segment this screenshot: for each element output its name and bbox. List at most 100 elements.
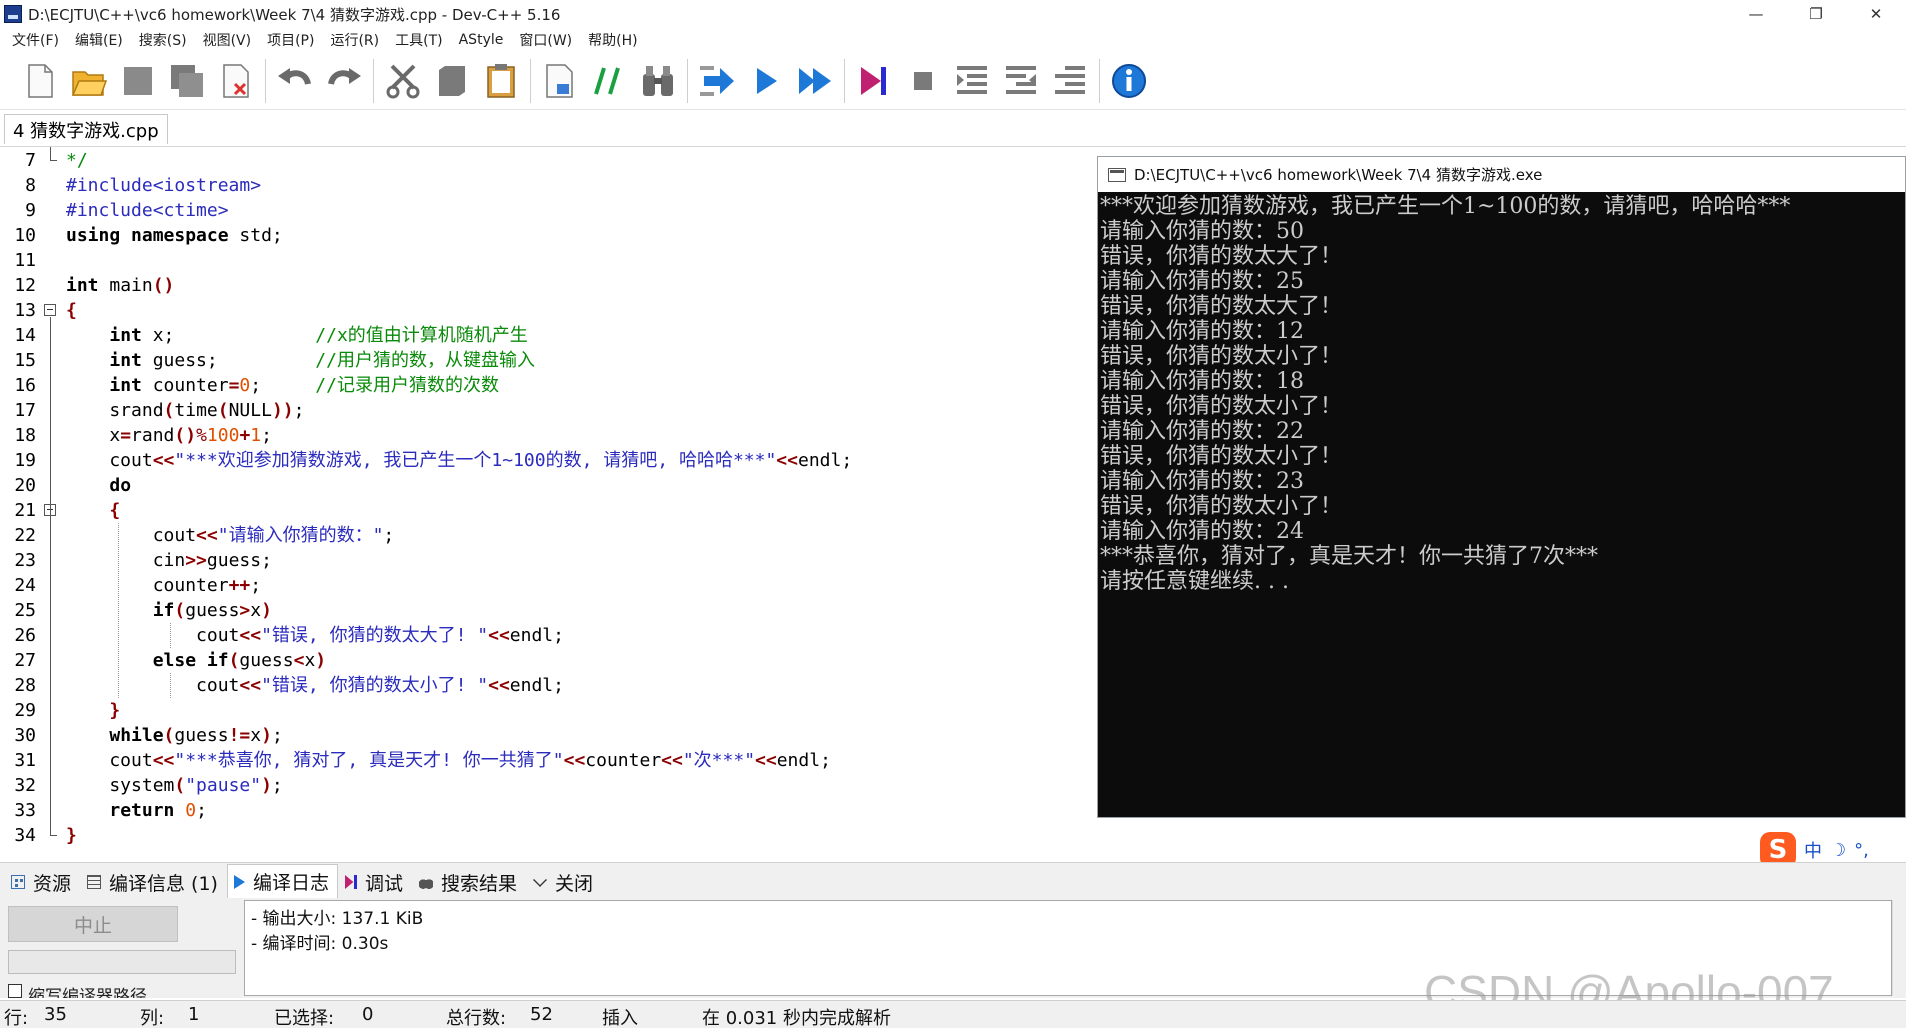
cut-button[interactable] — [381, 59, 425, 103]
code-token: system — [66, 775, 175, 796]
tab-search-results[interactable]: 搜索结果 — [412, 866, 526, 898]
moon-icon[interactable]: ☽ — [1830, 840, 1846, 861]
new-file-button[interactable] — [18, 59, 62, 103]
console-window[interactable]: D:\ECJTU\C++\vc6 homework\Week 7\4 猜数字游戏… — [1097, 156, 1906, 818]
compile-run-button[interactable] — [793, 59, 837, 103]
code-token: ; — [250, 375, 316, 396]
undo-button[interactable] — [273, 59, 317, 103]
format-lines-button[interactable] — [1048, 59, 1092, 103]
ime-mode-chinese[interactable]: 中 — [1804, 837, 1822, 863]
shorten-paths-checkbox[interactable] — [8, 984, 22, 998]
code-token: guess — [174, 725, 229, 746]
code-token: cout — [66, 675, 240, 696]
code-line[interactable]: int main() — [66, 273, 174, 298]
tab-debug[interactable]: 调试 — [338, 866, 412, 898]
menu-view[interactable]: 视图(V) — [195, 30, 260, 50]
line-number: 32 — [14, 775, 36, 796]
restore-button[interactable]: ❐ — [1786, 0, 1846, 28]
code-line[interactable]: int guess; //用户猜的数，从键盘输入 — [66, 348, 535, 373]
tab-compile-log[interactable]: 编译日志 — [226, 864, 338, 898]
code-line[interactable]: { — [66, 498, 120, 523]
menu-tools[interactable]: 工具(T) — [387, 30, 450, 50]
menu-window[interactable]: 窗口(W) — [511, 30, 580, 50]
compile-button[interactable] — [695, 59, 739, 103]
code-line[interactable]: cout<<"错误, 你猜的数太小了! "<<endl; — [66, 673, 564, 698]
code-line[interactable]: if(guess>x) — [66, 598, 272, 623]
tab-compile-info[interactable]: 编译信息 (1) — [80, 866, 227, 898]
fold-end — [50, 160, 57, 161]
code-token: else if — [152, 650, 229, 671]
console-line: 请输入你猜的数：24 — [1100, 519, 1304, 544]
fold-toggle-icon[interactable] — [44, 304, 56, 316]
code-line[interactable]: return 0; — [66, 798, 207, 823]
tab-close[interactable]: 关闭 — [526, 866, 602, 898]
tab-resources[interactable]: 资源 — [4, 866, 80, 898]
code-token: ; — [293, 400, 305, 421]
code-line[interactable]: do — [66, 473, 131, 498]
copy-button[interactable] — [430, 59, 474, 103]
code-line[interactable]: */ — [66, 148, 88, 173]
code-line[interactable]: else if(guess<x) — [66, 648, 326, 673]
toggle-comment-button[interactable] — [587, 59, 631, 103]
paste-button[interactable] — [479, 59, 523, 103]
console-line: 请输入你猜的数：18 — [1100, 369, 1304, 394]
code-line[interactable]: cout<<"错误, 你猜的数太大了! "<<endl; — [66, 623, 564, 648]
code-line[interactable]: { — [66, 298, 77, 323]
close-button[interactable]: ✕ — [1846, 0, 1906, 28]
debug-button[interactable] — [852, 59, 896, 103]
code-line[interactable]: x=rand()%100+1; — [66, 423, 272, 448]
code-line[interactable]: #include<iostream> — [66, 173, 261, 198]
code-line[interactable]: int counter=0; //记录用户猜数的次数 — [66, 373, 499, 398]
menu-help[interactable]: 帮助(H) — [580, 30, 645, 50]
toolbar-separator — [687, 58, 689, 103]
console-output[interactable]: ***欢迎参加猜数游戏，我已产生一个1~100的数，请猜吧，哈哈哈*** 请输入你… — [1098, 192, 1905, 817]
code-token: x; — [141, 325, 316, 346]
stop-button[interactable] — [901, 59, 945, 103]
save-button[interactable] — [116, 59, 160, 103]
run-button[interactable] — [744, 59, 788, 103]
menu-file[interactable]: 文件(F) — [4, 30, 67, 50]
ime-punctuation[interactable]: °, — [1854, 840, 1869, 861]
fold-end — [50, 835, 57, 836]
code-token: int — [109, 325, 142, 346]
code-line[interactable]: srand(time(NULL)); — [66, 398, 304, 423]
log-scrollbar[interactable] — [1892, 900, 1906, 996]
code-line[interactable]: using namespace std; — [66, 223, 283, 248]
code-line[interactable]: cin>>guess; — [66, 548, 272, 573]
find-button[interactable] — [636, 59, 680, 103]
shorten-compiler-paths-option[interactable]: 缩写编译器路径 — [8, 982, 147, 998]
code-line[interactable]: #include<ctime> — [66, 198, 229, 223]
code-token: { — [109, 500, 121, 521]
menu-search[interactable]: 搜索(S) — [131, 30, 195, 50]
unindent-lines-button[interactable] — [999, 59, 1043, 103]
menu-run[interactable]: 运行(R) — [322, 30, 387, 50]
code-line[interactable]: counter++; — [66, 573, 261, 598]
menu-project[interactable]: 项目(P) — [259, 30, 322, 50]
code-line[interactable]: int x; //x的值由计算机随机产生 — [66, 323, 527, 348]
about-button[interactable] — [1107, 59, 1151, 103]
code-token: x — [250, 600, 262, 621]
abort-button[interactable]: 中止 — [8, 906, 178, 942]
code-line[interactable]: while(guess!=x); — [66, 723, 282, 748]
code-token: << — [488, 675, 510, 696]
indent-lines-button[interactable] — [950, 59, 994, 103]
code-line[interactable]: } — [66, 823, 77, 848]
save-all-button[interactable] — [165, 59, 209, 103]
code-line[interactable]: cout<<"请输入你猜的数："; — [66, 523, 395, 548]
code-token: ; — [196, 800, 207, 821]
code-line[interactable]: cout<<"***恭喜你, 猜对了, 真是天才! 你一共猜了"<<counte… — [66, 748, 831, 773]
minimize-button[interactable]: — — [1726, 0, 1786, 28]
code-line[interactable]: } — [66, 698, 120, 723]
redo-button[interactable] — [322, 59, 366, 103]
status-total-lines-label: 总行数: — [446, 1008, 507, 1028]
open-file-button[interactable] — [67, 59, 111, 103]
menu-astyle[interactable]: AStyle — [451, 32, 512, 48]
menu-edit[interactable]: 编辑(E) — [67, 30, 131, 50]
tab-4-guess-number-cpp[interactable]: 4 猜数字游戏.cpp — [4, 114, 168, 144]
code-line[interactable]: system("pause"); — [66, 773, 282, 798]
code-area[interactable]: */#include<iostream> #include<ctime> using… — [66, 147, 1106, 849]
code-line[interactable]: cout<<"***欢迎参加猜数游戏, 我已产生一个1~100的数, 请猜吧, … — [66, 448, 852, 473]
close-file-button[interactable] — [214, 59, 258, 103]
indent-button[interactable] — [538, 59, 582, 103]
